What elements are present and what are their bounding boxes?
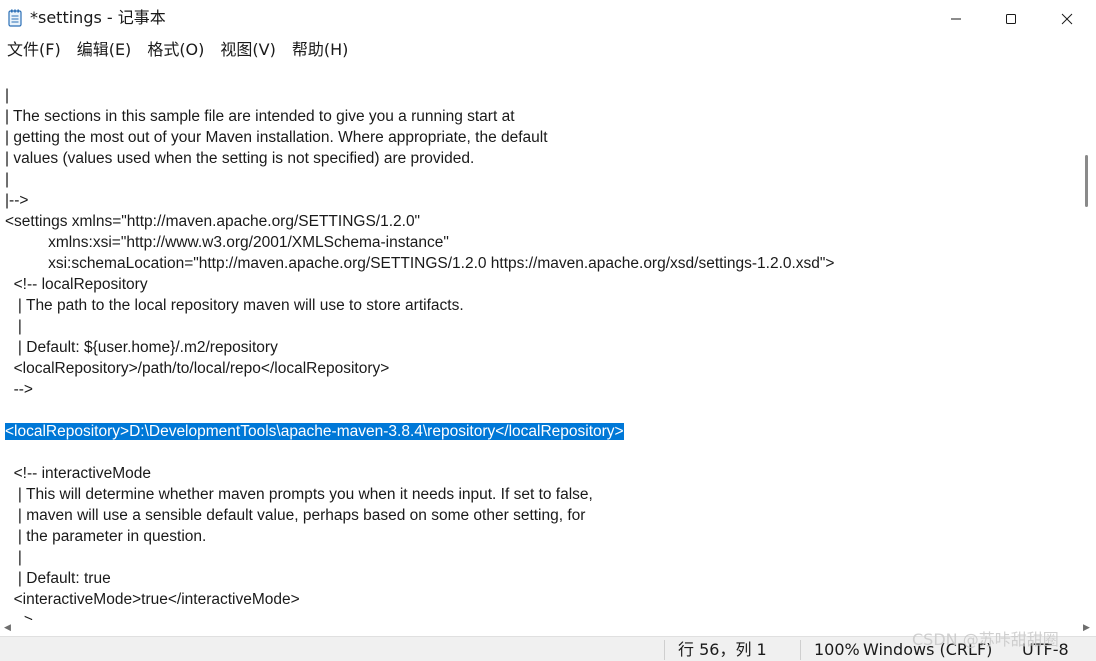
line-text: <!-- interactiveMode	[5, 465, 152, 482]
menu-file[interactable]: 文件(F)	[3, 39, 65, 61]
text-editor[interactable]: | | The sections in this sample file are …	[0, 63, 1080, 620]
text-line[interactable]: | maven will use a sensible default valu…	[5, 505, 835, 526]
menu-bar: 文件(F) 编辑(E) 格式(O) 视图(V) 帮助(H)	[0, 37, 1096, 63]
text-line[interactable]: | The sections in this sample file are i…	[5, 106, 835, 127]
text-line[interactable]: | values (values used when the setting i…	[5, 148, 835, 169]
line-text: |	[5, 87, 10, 104]
close-button[interactable]	[1039, 0, 1095, 37]
line-text: <!-- localRepository	[5, 276, 148, 293]
minimize-icon	[951, 18, 961, 19]
line-text: | Default: true	[5, 570, 111, 587]
text-line[interactable]	[5, 400, 835, 421]
text-line[interactable]: <settings xmlns="http://maven.apache.org…	[5, 211, 835, 232]
line-text: |	[5, 549, 22, 566]
text-line[interactable]: <!-- localRepository	[5, 274, 835, 295]
text-line[interactable]	[5, 442, 835, 463]
text-line[interactable]: xmlns:xsi="http://www.w3.org/2001/XMLSch…	[5, 232, 835, 253]
line-text: | values (values used when the setting i…	[5, 150, 475, 167]
text-line[interactable]: xsi:schemaLocation="http://maven.apache.…	[5, 253, 835, 274]
line-text: <localRepository>/path/to/local/repo</lo…	[5, 360, 390, 377]
text-line[interactable]: |	[5, 169, 835, 190]
status-divider	[800, 640, 801, 660]
text-line[interactable]: <interactiveMode>true</interactiveMode>	[5, 589, 835, 610]
line-text: <interactiveMode>true</interactiveMode>	[5, 591, 300, 608]
text-line[interactable]: | getting the most out of your Maven ins…	[5, 127, 835, 148]
text-line[interactable]: |	[5, 547, 835, 568]
text-line[interactable]: |	[5, 85, 835, 106]
line-text: | the parameter in question.	[5, 528, 207, 545]
line-text: | The sections in this sample file are i…	[5, 108, 515, 125]
cursor-position: 行 56，列 1	[678, 640, 767, 659]
menu-view[interactable]: 视图(V)	[216, 39, 279, 61]
title-bar[interactable]: *settings - 记事本	[0, 0, 1096, 37]
maximize-button[interactable]	[983, 0, 1039, 37]
text-line[interactable]: <!-- interactiveMode	[5, 463, 835, 484]
text-line[interactable]: |	[5, 316, 835, 337]
text-line[interactable]: -->	[5, 610, 835, 620]
line-text: |-->	[5, 192, 29, 209]
line-text: | Default: ${user.home}/.m2/repository	[5, 339, 278, 356]
zoom-level: 100%	[814, 640, 860, 659]
line-text: | The path to the local repository maven…	[5, 297, 464, 314]
watermark: CSDN @苏咔甜甜圈	[912, 630, 1059, 649]
scroll-right-arrow-icon[interactable]: ▶	[1083, 623, 1090, 633]
notepad-icon	[8, 9, 22, 27]
text-line[interactable]: <localRepository>/path/to/local/repo</lo…	[5, 358, 835, 379]
text-line[interactable]: -->	[5, 379, 835, 400]
scrollbar-thumb[interactable]	[1085, 155, 1088, 207]
line-text: <settings xmlns="http://maven.apache.org…	[5, 213, 421, 230]
line-text: | maven will use a sensible default valu…	[5, 507, 586, 524]
text-line[interactable]: |-->	[5, 190, 835, 211]
line-text: | getting the most out of your Maven ins…	[5, 129, 548, 146]
line-text: | This will determine whether maven prom…	[5, 486, 593, 503]
menu-format[interactable]: 格式(O)	[143, 39, 208, 61]
text-line[interactable]: | The path to the local repository maven…	[5, 295, 835, 316]
line-text: |	[5, 171, 10, 188]
selected-text-line[interactable]: <localRepository>D:\DevelopmentTools\apa…	[5, 421, 835, 442]
line-text: |	[5, 318, 22, 335]
maximize-icon	[1006, 13, 1016, 24]
text-line[interactable]: | Default: ${user.home}/.m2/repository	[5, 337, 835, 358]
line-text: <localRepository>D:\DevelopmentTools\apa…	[5, 423, 624, 440]
scroll-left-arrow-icon[interactable]: ◀	[4, 623, 11, 633]
text-line[interactable]: | This will determine whether maven prom…	[5, 484, 835, 505]
editor-lines: | | The sections in this sample file are …	[5, 85, 835, 620]
text-line[interactable]: | the parameter in question.	[5, 526, 835, 547]
menu-help[interactable]: 帮助(H)	[288, 39, 353, 61]
minimize-button[interactable]	[928, 0, 984, 37]
vertical-scrollbar[interactable]	[1080, 63, 1096, 620]
status-divider	[664, 640, 665, 660]
line-text: xmlns:xsi="http://www.w3.org/2001/XMLSch…	[5, 234, 449, 251]
line-text: -->	[5, 381, 33, 398]
close-icon	[1061, 13, 1073, 24]
line-text: -->	[5, 612, 33, 620]
window-title: *settings - 记事本	[30, 8, 166, 27]
menu-edit[interactable]: 编辑(E)	[73, 39, 136, 61]
line-text: xsi:schemaLocation="http://maven.apache.…	[5, 255, 835, 272]
text-line[interactable]: | Default: true	[5, 568, 835, 589]
